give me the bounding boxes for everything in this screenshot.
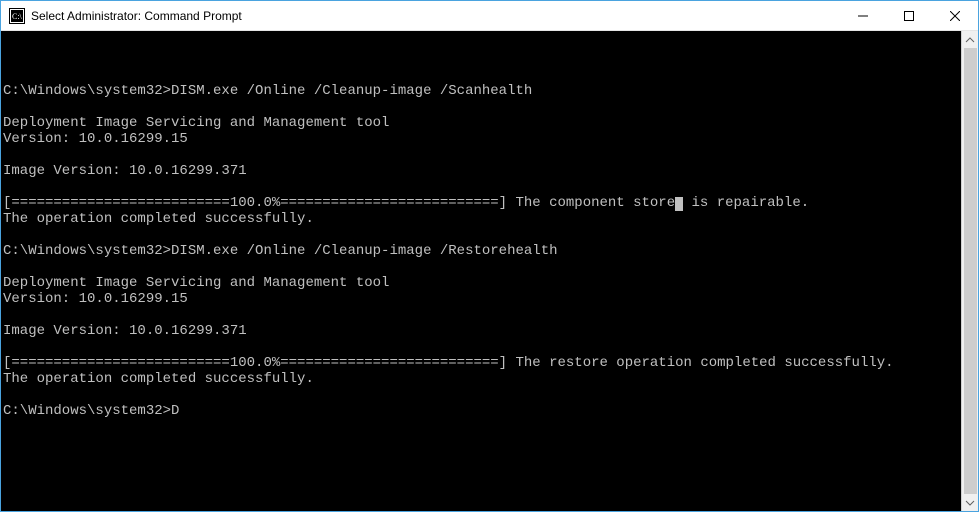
terminal-line: Image Version: 10.0.16299.371 <box>3 163 961 179</box>
terminal-line <box>3 227 961 243</box>
svg-text:C:\: C:\ <box>12 12 23 21</box>
terminal-line: C:\Windows\system32>DISM.exe /Online /Cl… <box>3 83 961 99</box>
terminal-line: C:\Windows\system32>D <box>3 403 961 419</box>
terminal-line: The operation completed successfully. <box>3 371 961 387</box>
terminal-line: [==========================100.0%=======… <box>3 195 961 211</box>
terminal-line: Deployment Image Servicing and Managemen… <box>3 275 961 291</box>
scroll-up-arrow-icon[interactable] <box>962 31 979 48</box>
minimize-button[interactable] <box>840 1 886 31</box>
scroll-track[interactable] <box>962 48 979 494</box>
cmd-icon: C:\ <box>9 8 25 24</box>
window-title: Select Administrator: Command Prompt <box>31 9 840 23</box>
titlebar[interactable]: C:\ Select Administrator: Command Prompt <box>1 1 978 31</box>
content-wrap: C:\Windows\system32>DISM.exe /Online /Cl… <box>1 31 978 511</box>
maximize-button[interactable] <box>886 1 932 31</box>
scroll-thumb[interactable] <box>964 48 977 494</box>
vertical-scrollbar[interactable] <box>961 31 978 511</box>
terminal-line: The operation completed successfully. <box>3 211 961 227</box>
terminal-line: Deployment Image Servicing and Managemen… <box>3 115 961 131</box>
scroll-down-arrow-icon[interactable] <box>962 494 979 511</box>
terminal-line <box>3 259 961 275</box>
terminal-line <box>3 339 961 355</box>
terminal-line <box>3 387 961 403</box>
close-button[interactable] <box>932 1 978 31</box>
terminal-line <box>3 67 961 83</box>
terminal-line <box>3 179 961 195</box>
terminal-line <box>3 307 961 323</box>
terminal-line: Version: 10.0.16299.15 <box>3 291 961 307</box>
terminal-line: [==========================100.0%=======… <box>3 355 961 371</box>
terminal-line <box>3 51 961 67</box>
text-cursor <box>675 197 683 211</box>
terminal-line: C:\Windows\system32>DISM.exe /Online /Cl… <box>3 243 961 259</box>
terminal-line <box>3 35 961 51</box>
terminal-line: Image Version: 10.0.16299.371 <box>3 323 961 339</box>
terminal-line <box>3 147 961 163</box>
window-controls <box>840 1 978 30</box>
terminal-line <box>3 99 961 115</box>
terminal-line: Version: 10.0.16299.15 <box>3 131 961 147</box>
terminal-output[interactable]: C:\Windows\system32>DISM.exe /Online /Cl… <box>1 31 961 511</box>
command-prompt-window: C:\ Select Administrator: Command Prompt… <box>0 0 979 512</box>
